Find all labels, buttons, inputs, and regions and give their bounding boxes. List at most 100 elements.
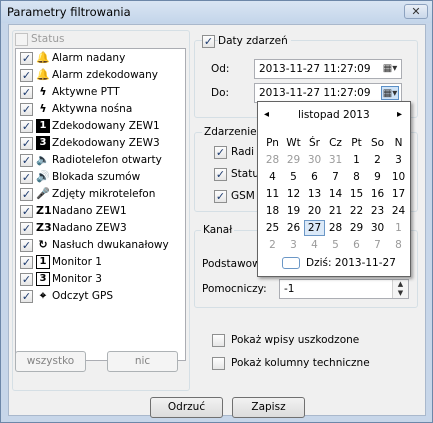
calendar-day[interactable]: 28 (325, 220, 346, 236)
status-item-checkbox[interactable]: ✓ (20, 171, 33, 184)
today-button[interactable]: Dziś: 2013-11-27 (306, 257, 396, 269)
calendar-day[interactable]: 22 (346, 203, 367, 219)
calendar-day[interactable]: 7 (367, 237, 388, 253)
calendar-month-title[interactable]: listopad 2013 (298, 109, 370, 121)
status-list-item[interactable]: ✓ 3 Monitor 3 (16, 271, 185, 288)
status-item-checkbox[interactable]: ✓ (20, 290, 33, 303)
zew1-decoded-icon: 1 (36, 119, 50, 133)
calendar-day[interactable]: 5 (325, 237, 346, 253)
status-list-item[interactable]: ✓ 1 Zdekodowany ZEW1 (16, 118, 185, 135)
prev-month-button[interactable]: ◂ (264, 109, 269, 120)
calendar-day[interactable]: 21 (325, 203, 346, 219)
status-list[interactable]: ✓ 🔔 Alarm nadany ✓ 🔔 Alarm zdekodowany ✓ ϟ Aktyw… (15, 48, 186, 361)
status-list-item[interactable]: ✓ ϟ Aktywne PTT (16, 84, 185, 101)
calendar-day[interactable]: 20 (304, 203, 325, 219)
status-item-label: Monitor 3 (52, 273, 102, 285)
status-item-checkbox[interactable]: ✓ (20, 69, 33, 82)
calendar-day[interactable]: 18 (262, 203, 283, 219)
calendar-day[interactable]: 27 (304, 220, 325, 236)
status-list-item[interactable]: ✓ 🔔 Alarm zdekodowany (16, 67, 185, 84)
calendar-day[interactable]: 26 (283, 220, 304, 236)
calendar-day[interactable]: 14 (325, 186, 346, 202)
select-all-button[interactable]: wszystko (15, 351, 86, 372)
calendar-day[interactable]: 11 (262, 186, 283, 202)
status-item-checkbox[interactable]: ✓ (20, 222, 33, 235)
status-item-checkbox[interactable]: ✓ (20, 120, 33, 133)
calendar-day[interactable]: 12 (283, 186, 304, 202)
calendar-day[interactable]: 25 (262, 220, 283, 236)
status-item-checkbox[interactable]: ✓ (20, 52, 33, 65)
event-radio-checkbox[interactable]: ✓ (214, 146, 227, 159)
calendar-day[interactable]: 30 (367, 220, 388, 236)
calendar-day[interactable]: 4 (304, 237, 325, 253)
status-list-item[interactable]: ✓ ⌖ Odczyt GPS (16, 288, 185, 305)
calendar-day[interactable]: 1 (346, 152, 367, 168)
calendar-weekday: N (394, 137, 403, 149)
calendar-day[interactable]: 17 (388, 186, 409, 202)
calendar-day[interactable]: 28 (262, 152, 283, 168)
status-list-item[interactable]: ✓ 3 Zdekodowany ZEW3 (16, 135, 185, 152)
calendar-day[interactable]: 2 (367, 152, 388, 168)
calendar-day[interactable]: 16 (367, 186, 388, 202)
secondary-channel-spinner[interactable]: ▲ ▼ (392, 280, 408, 298)
calendar-day[interactable]: 6 (304, 169, 325, 185)
show-damaged-checkbox[interactable] (212, 334, 225, 347)
calendar-day[interactable]: 29 (283, 152, 304, 168)
calendar-day[interactable]: 9 (367, 169, 388, 185)
status-list-item[interactable]: ✓ Z1 Nadano ZEW1 (16, 203, 185, 220)
status-list-item[interactable]: ✓ ↻ Nasłuch dwukanałowy (16, 237, 185, 254)
calendar-day[interactable]: 24 (388, 203, 409, 219)
status-item-checkbox[interactable]: ✓ (20, 239, 33, 252)
calendar-day[interactable]: 23 (367, 203, 388, 219)
calendar-day[interactable]: 1 (388, 220, 409, 236)
calendar-dropdown-icon[interactable]: ▦▾ (381, 86, 399, 100)
date-from-field[interactable]: 2013-11-27 11:27:09 ▦▾ (254, 59, 402, 79)
calendar-day[interactable]: 15 (346, 186, 367, 202)
event-gsm-checkbox[interactable]: ✓ (214, 190, 227, 203)
calendar-day[interactable]: 19 (283, 203, 304, 219)
calendar-day[interactable]: 31 (325, 152, 346, 168)
status-list-item[interactable]: ✓ 🔈 Radiotelefon otwarty (16, 152, 185, 169)
status-list-item[interactable]: ✓ 🔊 Blokada szumów (16, 169, 185, 186)
calendar-dropdown-icon[interactable]: ▦▾ (381, 62, 399, 76)
calendar-day[interactable]: 8 (346, 169, 367, 185)
status-item-checkbox[interactable]: ✓ (20, 205, 33, 218)
status-list-item[interactable]: ✓ Z3 Nadano ZEW3 (16, 220, 185, 237)
status-item-checkbox[interactable]: ✓ (20, 154, 33, 167)
calendar-day[interactable]: 7 (325, 169, 346, 185)
cancel-button[interactable]: Odrzuć (150, 397, 223, 418)
calendar-day[interactable]: 8 (388, 237, 409, 253)
status-item-checkbox[interactable]: ✓ (20, 86, 33, 99)
status-list-item[interactable]: ✓ 🎤 Zdjęty mikrotelefon (16, 186, 185, 203)
close-button[interactable]: ✕ (404, 4, 428, 19)
save-button[interactable]: Zapisz (232, 397, 305, 418)
status-item-checkbox[interactable]: ✓ (20, 273, 33, 286)
status-list-item[interactable]: ✓ ϟ Aktywna nośna (16, 101, 185, 118)
calendar-day[interactable]: 4 (262, 169, 283, 185)
next-month-button[interactable]: ▸ (397, 109, 402, 120)
show-technical-checkbox[interactable] (212, 357, 225, 370)
secondary-channel-input[interactable]: -1 ▲ ▼ (279, 279, 409, 299)
status-checkbox[interactable] (15, 33, 28, 46)
status-item-checkbox[interactable]: ✓ (20, 103, 33, 116)
calendar-day[interactable]: 30 (304, 152, 325, 168)
status-item-checkbox[interactable]: ✓ (20, 137, 33, 150)
calendar-day[interactable]: 3 (283, 237, 304, 253)
calendar-day[interactable]: 10 (388, 169, 409, 185)
select-none-button[interactable]: nic (107, 351, 178, 372)
calendar-day[interactable]: 6 (346, 237, 367, 253)
status-list-item[interactable]: ✓ 1 Monitor 1 (16, 254, 185, 271)
status-list-item[interactable]: ✓ 🔔 Alarm nadany (16, 50, 185, 67)
date-to-field[interactable]: 2013-11-27 11:27:09 ▦▾ (254, 83, 402, 103)
status-item-label: Odczyt GPS (52, 290, 114, 302)
status-item-checkbox[interactable]: ✓ (20, 188, 33, 201)
status-item-label: Zdekodowany ZEW3 (52, 137, 160, 149)
calendar-day[interactable]: 29 (346, 220, 367, 236)
status-item-checkbox[interactable]: ✓ (20, 256, 33, 269)
event-status-checkbox[interactable]: ✓ (214, 168, 227, 181)
calendar-day[interactable]: 2 (262, 237, 283, 253)
calendar-day[interactable]: 3 (388, 152, 409, 168)
calendar-day[interactable]: 13 (304, 186, 325, 202)
calendar-day[interactable]: 5 (283, 169, 304, 185)
dates-checkbox[interactable]: ✓ (202, 35, 215, 48)
